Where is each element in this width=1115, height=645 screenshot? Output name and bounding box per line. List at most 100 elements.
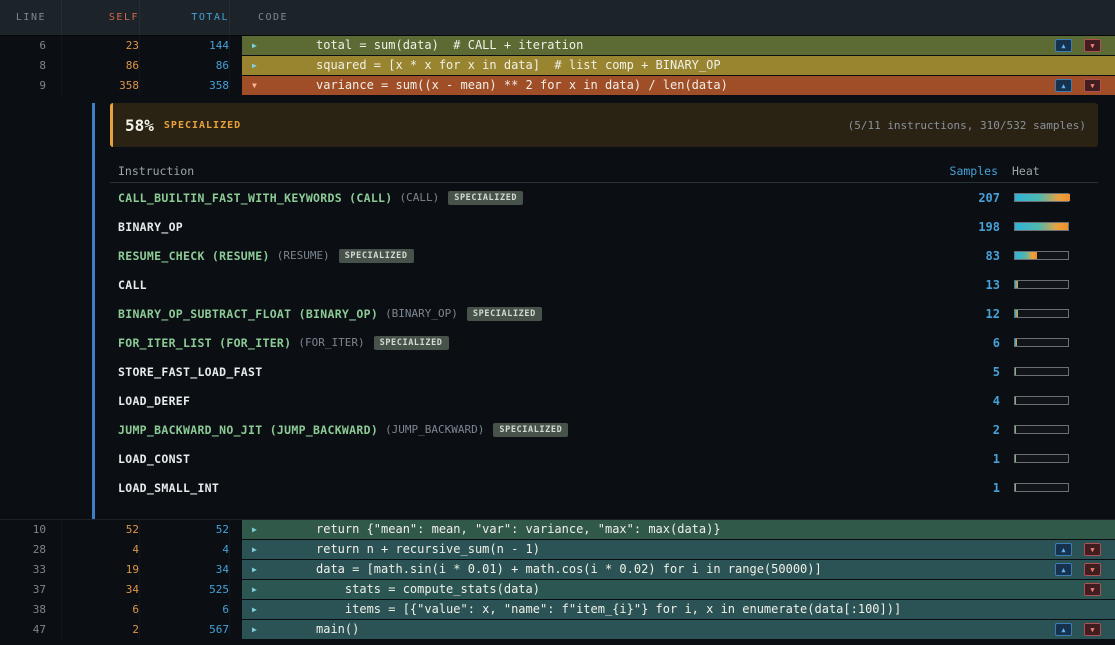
- gutter-gap: [230, 540, 242, 559]
- self-samples: 6: [62, 600, 140, 619]
- code-cell[interactable]: ▼ variance = sum((x - mean) ** 2 for x i…: [242, 76, 1115, 95]
- move-up-button[interactable]: ▲: [1055, 543, 1072, 556]
- line-number: 37: [0, 580, 62, 599]
- move-down-button[interactable]: ▼: [1084, 583, 1101, 596]
- instruction-samples: 1: [940, 481, 1000, 495]
- expand-arrow-icon[interactable]: ▶: [252, 540, 266, 559]
- code-cell[interactable]: ▶ stats = compute_stats(data) ▼: [242, 580, 1115, 599]
- move-up-button[interactable]: ▲: [1055, 623, 1072, 636]
- gutter-gap: [230, 56, 242, 75]
- code-rows-top: 6 23 144 ▶ total = sum(data) # CALL + it…: [0, 36, 1115, 96]
- instruction-samples: 2: [940, 423, 1000, 437]
- col-header-total: TOTAL: [140, 0, 230, 35]
- code-cell[interactable]: ▶ return n + recursive_sum(n - 1) ▲ ▼: [242, 540, 1115, 559]
- instruction-row: BINARY_OP 198: [110, 212, 1098, 241]
- instruction-row: BINARY_OP_SUBTRACT_FLOAT (BINARY_OP) (BI…: [110, 299, 1098, 328]
- instruction-samples: 4: [940, 394, 1000, 408]
- instruction-name: CALL_BUILTIN_FAST_WITH_KEYWORDS (CALL): [118, 191, 393, 205]
- code-cell[interactable]: ▶ total = sum(data) # CALL + iteration ▲…: [242, 36, 1115, 55]
- self-samples: 23: [62, 36, 140, 55]
- specialization-summary: 58% SPECIALIZED (5/11 instructions, 310/…: [110, 103, 1098, 147]
- instruction-row: STORE_FAST_LOAD_FAST 5: [110, 357, 1098, 386]
- move-down-button[interactable]: ▼: [1084, 39, 1101, 52]
- line-number: 10: [0, 520, 62, 539]
- instruction-samples: 13: [940, 278, 1000, 292]
- code-text: squared = [x * x for x in data] # list c…: [316, 56, 721, 75]
- instruction-samples: 6: [940, 336, 1000, 350]
- heat-bar-fill: [1015, 455, 1016, 462]
- move-down-button[interactable]: ▼: [1084, 623, 1101, 636]
- col-header-samples: Samples: [938, 164, 998, 178]
- expand-arrow-icon[interactable]: ▶: [252, 580, 266, 599]
- self-samples: 34: [62, 580, 140, 599]
- specialized-badge: SPECIALIZED: [448, 191, 523, 205]
- heat-bar: [1014, 396, 1069, 405]
- row-nav-buttons: ▲ ▼: [1055, 39, 1115, 52]
- code-text: return {"mean": mean, "var": variance, "…: [316, 520, 721, 539]
- instruction-row: RESUME_CHECK (RESUME) (RESUME) SPECIALIZ…: [110, 241, 1098, 270]
- line-number: 6: [0, 36, 62, 55]
- row-nav-buttons: ▲ ▼: [1055, 543, 1115, 556]
- gutter-gap: [230, 520, 242, 539]
- col-header-line: LINE: [0, 0, 62, 35]
- line-number: 9: [0, 76, 62, 95]
- code-row: 6 23 144 ▶ total = sum(data) # CALL + it…: [0, 36, 1115, 56]
- self-samples: 2: [62, 620, 140, 639]
- gutter-gap: [230, 620, 242, 639]
- self-samples: 19: [62, 560, 140, 579]
- line-number: 28: [0, 540, 62, 559]
- expand-arrow-icon[interactable]: ▶: [252, 520, 266, 539]
- heat-bar: [1014, 425, 1069, 434]
- expand-arrow-icon[interactable]: ▶: [252, 36, 266, 55]
- instruction-base-opcode: (JUMP_BACKWARD): [385, 423, 484, 436]
- total-samples: 525: [140, 580, 230, 599]
- move-down-button[interactable]: ▼: [1084, 563, 1101, 576]
- gutter-gap: [230, 36, 242, 55]
- move-down-button[interactable]: ▼: [1084, 79, 1101, 92]
- collapse-arrow-icon[interactable]: ▼: [252, 76, 266, 95]
- heat-bar-fill: [1015, 426, 1016, 433]
- move-up-button[interactable]: ▲: [1055, 39, 1072, 52]
- instruction-name: BINARY_OP: [118, 220, 183, 234]
- gutter-gap: [230, 600, 242, 619]
- instruction-base-opcode: (FOR_ITER): [298, 336, 364, 349]
- heat-bar: [1014, 367, 1069, 376]
- code-row: 9 358 358 ▼ variance = sum((x - mean) **…: [0, 76, 1115, 96]
- expand-arrow-icon[interactable]: ▶: [252, 620, 266, 639]
- instruction-name: RESUME_CHECK (RESUME): [118, 249, 270, 263]
- move-up-button[interactable]: ▲: [1055, 563, 1072, 576]
- col-header-instruction: Instruction: [118, 164, 938, 178]
- expand-arrow-icon[interactable]: ▶: [252, 560, 266, 579]
- move-down-button[interactable]: ▼: [1084, 543, 1101, 556]
- code-cell[interactable]: ▶ squared = [x * x for x in data] # list…: [242, 56, 1115, 75]
- row-nav-buttons: ▲ ▼: [1055, 79, 1115, 92]
- specialization-panel: 58% SPECIALIZED (5/11 instructions, 310/…: [0, 103, 1115, 520]
- code-row: 28 4 4 ▶ return n + recursive_sum(n - 1)…: [0, 540, 1115, 560]
- heat-bar-fill: [1015, 252, 1037, 259]
- code-cell[interactable]: ▶ main() ▲ ▼: [242, 620, 1115, 639]
- col-header-self: SELF: [62, 0, 140, 35]
- instruction-samples: 198: [940, 220, 1000, 234]
- instruction-name: STORE_FAST_LOAD_FAST: [118, 365, 262, 379]
- code-cell[interactable]: ▶ data = [math.sin(i * 0.01) + math.cos(…: [242, 560, 1115, 579]
- instruction-samples: 12: [940, 307, 1000, 321]
- line-number: 47: [0, 620, 62, 639]
- instruction-row: FOR_ITER_LIST (FOR_ITER) (FOR_ITER) SPEC…: [110, 328, 1098, 357]
- heat-bar: [1014, 222, 1069, 231]
- code-row: 47 2 567 ▶ main() ▲ ▼: [0, 620, 1115, 640]
- col-header-heat: Heat: [1012, 164, 1069, 178]
- code-cell[interactable]: ▶ items = [{"value": x, "name": f"item_{…: [242, 600, 1115, 619]
- total-samples: 567: [140, 620, 230, 639]
- code-row: 37 34 525 ▶ stats = compute_stats(data) …: [0, 580, 1115, 600]
- code-cell[interactable]: ▶ return {"mean": mean, "var": variance,…: [242, 520, 1115, 539]
- instruction-name: LOAD_CONST: [118, 452, 190, 466]
- code-text: items = [{"value": x, "name": f"item_{i}…: [316, 600, 901, 619]
- code-text: data = [math.sin(i * 0.01) + math.cos(i …: [316, 560, 822, 579]
- instruction-row: LOAD_SMALL_INT 1: [110, 473, 1098, 502]
- move-up-button[interactable]: ▲: [1055, 79, 1072, 92]
- instruction-base-opcode: (BINARY_OP): [385, 307, 458, 320]
- expand-arrow-icon[interactable]: ▶: [252, 56, 266, 75]
- heat-bar: [1014, 251, 1069, 260]
- expand-arrow-icon[interactable]: ▶: [252, 600, 266, 619]
- heat-bar-fill: [1015, 310, 1018, 317]
